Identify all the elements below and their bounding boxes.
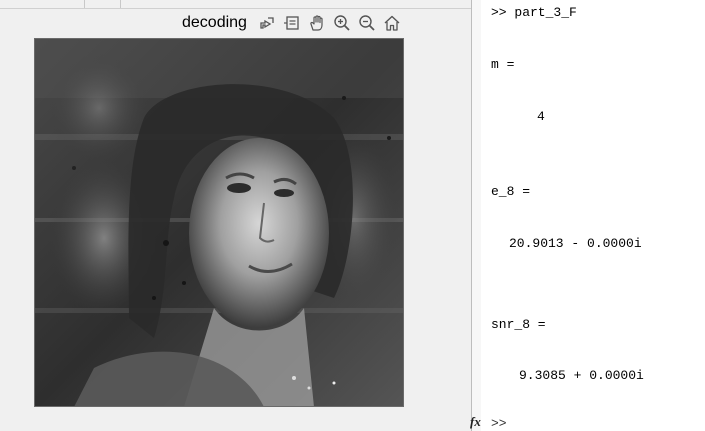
home-button[interactable]: [381, 12, 403, 34]
zoom-in-button[interactable]: [331, 12, 353, 34]
pan-icon: [308, 14, 326, 32]
command-prompt[interactable]: >>: [491, 416, 507, 431]
command-window[interactable]: >> part_3_F m = 4 e_8 = 20.9013 - 0.0000…: [481, 0, 705, 431]
decoded-image[interactable]: [34, 38, 404, 407]
home-icon: [383, 14, 401, 32]
zoom-out-button[interactable]: [356, 12, 378, 34]
e8-value: 20.9013 - 0.0000i: [509, 236, 642, 251]
figure-tab-strip: [0, 0, 471, 9]
pan-button[interactable]: [306, 12, 328, 34]
zoom-out-icon: [358, 14, 376, 32]
command-line: >> part_3_F: [491, 5, 577, 20]
export-button[interactable]: [256, 12, 278, 34]
fx-icon[interactable]: fx: [470, 414, 481, 430]
plot-title: decoding: [182, 14, 247, 31]
data-tips-icon: [283, 14, 301, 32]
snr8-value: 9.3085 + 0.0000i: [519, 368, 644, 383]
tab-divider: [120, 0, 121, 8]
figure-window: decoding: [0, 0, 471, 431]
axes-toolbar: [256, 12, 406, 34]
zoom-in-icon: [333, 14, 351, 32]
grayscale-face-image: [34, 38, 404, 407]
data-tips-button[interactable]: [281, 12, 303, 34]
export-icon: [258, 14, 276, 32]
m-value: 4: [537, 109, 545, 124]
panel-divider[interactable]: [471, 0, 481, 431]
e8-label: e_8 =: [491, 184, 531, 199]
snr8-label: snr_8 =: [491, 317, 546, 332]
m-label: m =: [491, 57, 515, 72]
tab-divider: [84, 0, 85, 8]
